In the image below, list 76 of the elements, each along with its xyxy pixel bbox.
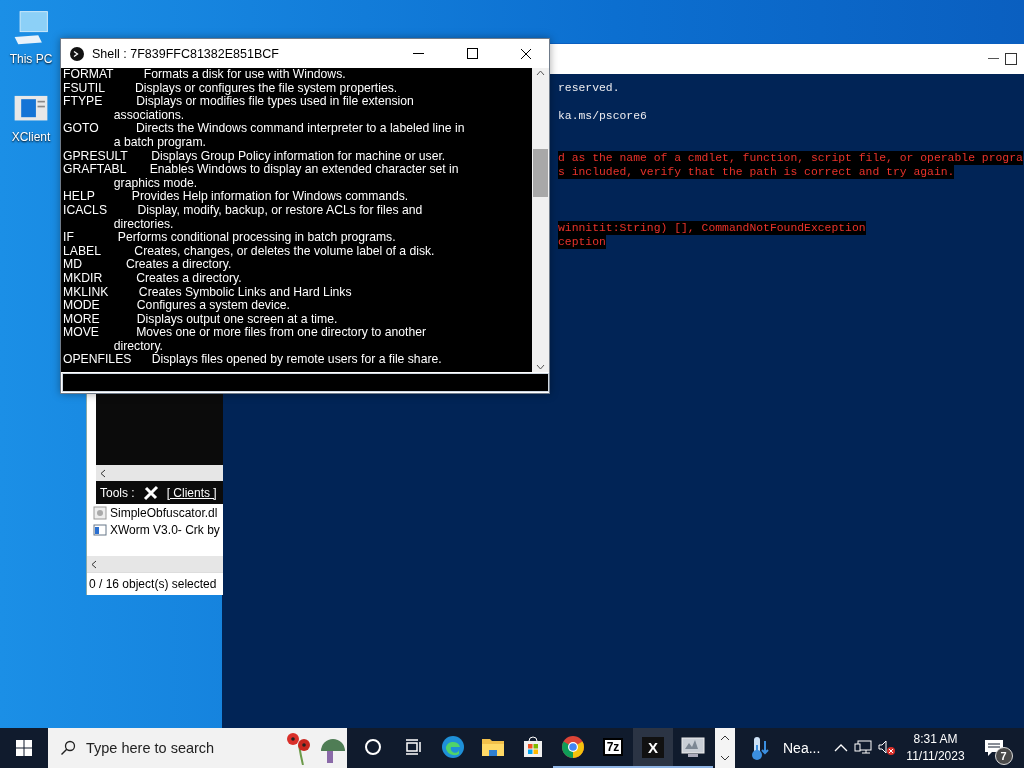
console-line: HELP Provides Help information for Windows commands. xyxy=(63,190,410,204)
console-line: MD Creates a directory. xyxy=(63,258,232,272)
console-line: FTYPE Displays or modifies file types used in file extension xyxy=(63,95,415,109)
console-line: GRAFTABL Enables Windows to display an extended character set in xyxy=(63,163,460,177)
task-view-icon xyxy=(404,738,422,756)
console-line: IF Performs conditional processing in batch programs. xyxy=(63,231,397,245)
chevron-down-icon xyxy=(720,755,730,761)
scroll-down-icon xyxy=(536,364,545,370)
window-title: Shell : 7F839FFC81382E851BCF xyxy=(92,46,280,61)
file-icon xyxy=(93,506,107,520)
minimize-icon xyxy=(412,53,424,54)
console-line: MORE Displays output one screen at a time. xyxy=(63,312,339,327)
console-line: directory. xyxy=(112,339,164,354)
console-line: GPRESULT Displays Group Policy information for machine or user. xyxy=(63,149,447,164)
console-line: MKDIR Creates a directory. xyxy=(63,271,243,286)
console-line: GOTO Directs the Windows command interpreter to a labeled line in xyxy=(63,122,466,136)
desktop-icon-label[interactable]: This PC xyxy=(9,52,53,66)
chevron-up-icon[interactable] xyxy=(834,744,849,752)
tools-icon[interactable] xyxy=(142,484,159,501)
scroll-left-icon xyxy=(100,468,106,478)
console-line: MODE Configures a system device. xyxy=(63,299,291,313)
console-line: LABEL Creates, changes, or deletes the volume label of a disk. xyxy=(63,244,436,259)
search-field[interactable]: Type here to search xyxy=(84,739,273,757)
x-app-icon[interactable]: X xyxy=(642,736,664,758)
console-line: FSUTIL Displays or configures the file system properties. xyxy=(63,81,399,96)
network-icon[interactable] xyxy=(854,740,873,756)
weather-text: Nea... xyxy=(783,740,821,756)
notification-count: 7 xyxy=(994,747,1013,765)
search-box[interactable]: Type here to search xyxy=(48,728,347,768)
console-line: associations. xyxy=(112,108,186,123)
monitor-icon xyxy=(680,735,706,759)
folder-icon xyxy=(481,736,505,758)
maximize-icon xyxy=(1004,53,1017,65)
console-line: ka.ms/pscore6 xyxy=(558,109,647,123)
windows-icon xyxy=(16,740,32,756)
scroll-up-icon xyxy=(536,70,545,76)
seven-zip-icon[interactable]: 7z xyxy=(602,738,624,756)
clock-date: 11/11/2023 xyxy=(906,748,965,765)
maximize-icon xyxy=(466,48,478,59)
close-icon xyxy=(520,47,532,60)
console-line: directories. xyxy=(112,217,174,232)
console-line: OPENFILES Displays files opened by remote users for a file share. xyxy=(63,353,443,368)
search-icon xyxy=(60,740,76,756)
chrome-icon xyxy=(561,735,585,759)
console-line: reserved. xyxy=(558,81,620,95)
edge-icon xyxy=(440,734,466,760)
application-icon xyxy=(93,523,107,537)
file-name[interactable]: SimpleObfuscator.dl xyxy=(110,506,218,520)
minimize-icon xyxy=(988,58,999,60)
terminal-icon xyxy=(70,46,84,61)
console-line: ICACLS Display, modify, backup, or restore ACLs for files and xyxy=(63,203,424,218)
volume-muted-icon[interactable] xyxy=(878,740,897,756)
console-line: MOVE Moves one or more files from one directory to another xyxy=(63,326,428,340)
command-input[interactable] xyxy=(62,373,549,392)
notification-button[interactable]: 7 xyxy=(970,728,1017,768)
status-text: 0 / 16 object(s) selected xyxy=(89,577,217,591)
store-icon xyxy=(522,736,544,758)
horizontal-scrollbar[interactable] xyxy=(96,465,223,481)
chevron-up-icon xyxy=(720,735,730,741)
file-name[interactable]: XWorm V3.0- Crk by xyxy=(110,523,220,537)
console-line: graphics mode. xyxy=(112,176,199,191)
vertical-scrollbar[interactable] xyxy=(532,68,549,372)
console-line: a batch program. xyxy=(112,135,207,150)
tools-label: Tools : xyxy=(100,485,135,500)
scroll-thumb[interactable] xyxy=(533,148,548,197)
console-line: FORMAT Formats a disk for use with Windows. xyxy=(63,68,347,82)
console-line: MKLINK Creates Symbolic Links and Hard Links xyxy=(63,285,353,300)
clients-link[interactable]: [ Clients ] xyxy=(166,485,217,500)
cortana-icon xyxy=(364,738,382,756)
clock[interactable]: 8:31 AM 11/11/2023 xyxy=(900,728,971,768)
thermometer-icon xyxy=(749,735,769,761)
weather-widget[interactable]: Nea... xyxy=(739,728,831,768)
clock-time: 8:31 AM xyxy=(913,731,958,748)
scroll-left-icon xyxy=(91,559,97,569)
taskbar-app[interactable]: X xyxy=(633,728,673,768)
horizontal-scrollbar[interactable] xyxy=(87,556,223,572)
